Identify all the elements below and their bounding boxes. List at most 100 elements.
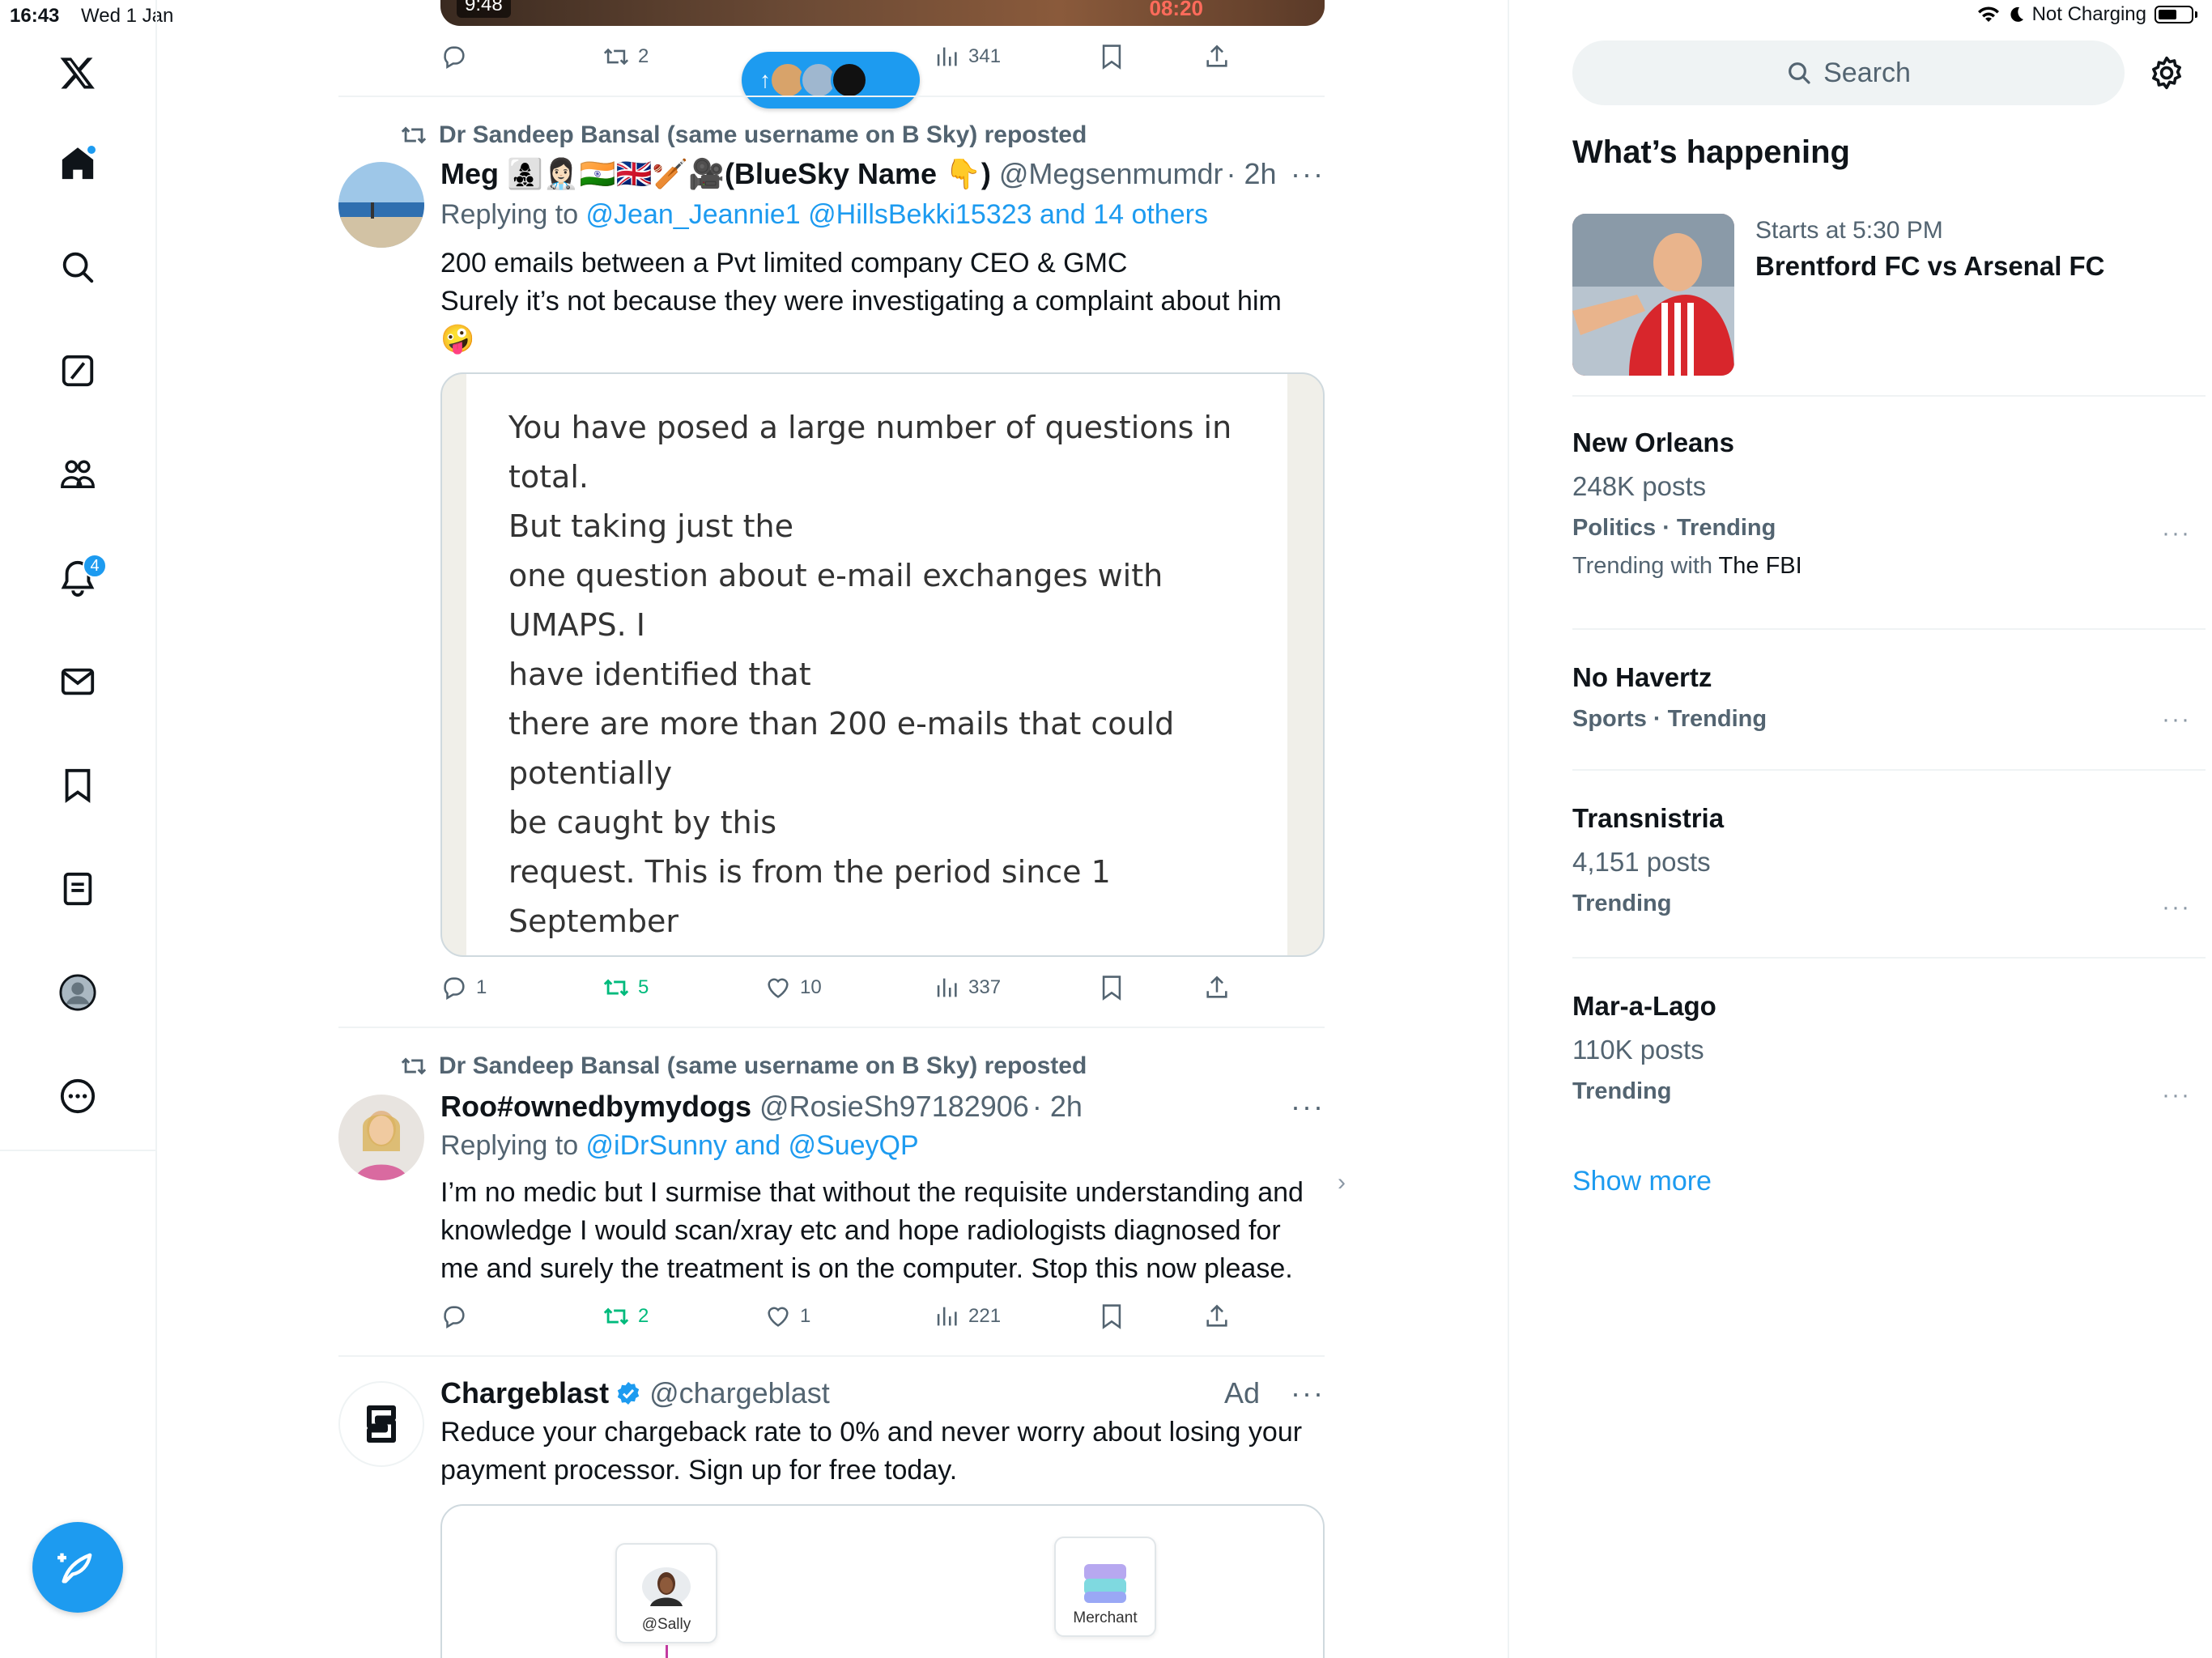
advertiser-avatar[interactable] (338, 1381, 424, 1467)
nav-bookmarks[interactable] (53, 761, 102, 810)
share-icon (1206, 976, 1227, 998)
post-image[interactable]: You have posed a large number of questio… (440, 372, 1325, 957)
more-options-icon[interactable]: ··· (1291, 157, 1325, 191)
nav-messages[interactable] (53, 657, 102, 706)
reply-icon (444, 46, 465, 70)
profile-avatar-icon (59, 974, 96, 1011)
nav-communities[interactable] (53, 450, 102, 499)
trend-item[interactable]: Mar-a-Lago 110K posts Trending ··· (1572, 991, 2206, 1108)
left-nav: 4 (0, 0, 157, 1658)
share-button[interactable] (1203, 43, 1231, 70)
author-handle[interactable]: @Megsenmumdr (999, 157, 1223, 191)
heart-icon (768, 978, 789, 998)
repost-button[interactable]: 2 (602, 1303, 649, 1330)
repost-attribution[interactable]: Dr Sandeep Bansal (same username on B Sk… (400, 1052, 1087, 1080)
nav-lists[interactable] (53, 865, 102, 913)
ad-media-card[interactable]: @Sally Merchant (440, 1504, 1325, 1658)
trend-posts: 110K posts (1572, 1035, 1704, 1065)
post-divider (338, 96, 1325, 97)
nav-profile[interactable] (53, 968, 102, 1017)
search-input[interactable]: Search (1572, 40, 2125, 105)
nav-home[interactable] (53, 139, 102, 188)
event-title: Brentford FC vs Arsenal FC (1755, 251, 2105, 281)
like-count: 10 (800, 976, 822, 998)
more-options-icon[interactable]: ··· (1291, 1090, 1325, 1124)
share-icon (1206, 45, 1227, 67)
views-button[interactable]: 341 (933, 43, 1001, 70)
views-button[interactable]: 337 (933, 974, 1001, 1001)
whats-happening-title: What’s happening (1572, 134, 1850, 170)
event-subtitle: Starts at 5:30 PM (1755, 217, 1943, 244)
share-icon (1206, 1304, 1227, 1327)
avatar[interactable] (338, 1095, 424, 1180)
new-posts-pill[interactable]: ↑ (742, 52, 920, 108)
bookmark-icon (1102, 976, 1121, 1001)
video-overlay-text: 08:20 (1149, 0, 1204, 20)
grok-icon (62, 355, 94, 387)
ad-label: Ad (1223, 1376, 1260, 1409)
verified-badge-icon (615, 1380, 641, 1406)
trend-item[interactable]: New Orleans 248K posts Politics · Trendi… (1572, 427, 2206, 580)
x-logo-icon[interactable] (53, 49, 102, 97)
repost-button[interactable]: 2 (602, 43, 649, 70)
views-button[interactable]: 221 (933, 1303, 1001, 1330)
nav-more[interactable] (53, 1072, 102, 1120)
author-name[interactable]: Chargeblast (440, 1376, 609, 1410)
post-divider (338, 1027, 1325, 1028)
bookmark-button[interactable] (1098, 974, 1125, 1001)
share-button[interactable] (1203, 1303, 1231, 1330)
bookmark-button[interactable] (1098, 1303, 1125, 1330)
reply-count: 1 (476, 976, 487, 998)
bookmark-button[interactable] (1098, 43, 1125, 70)
replying-to-link[interactable]: @Jean_Jeannie1 @HillsBekki15323 and 14 o… (586, 199, 1208, 230)
nav-notifications[interactable]: 4 (53, 554, 107, 602)
like-button[interactable]: 10 (764, 974, 822, 1001)
bookmark-icon (1102, 1304, 1121, 1329)
avatar[interactable] (338, 162, 424, 248)
post-text: Reduce your chargeback rate to 0% and ne… (440, 1417, 1303, 1486)
repost-count: 5 (638, 976, 649, 998)
repost-count: 2 (638, 45, 649, 67)
trend-more-icon[interactable]: ··· (2162, 1082, 2191, 1109)
post-header: Roo#ownedbymydogs @RosieSh97182906 · 2h … (440, 1090, 1325, 1124)
gear-icon[interactable] (2149, 55, 2184, 91)
repost-attribution[interactable]: Dr Sandeep Bansal (same username on B Sk… (400, 121, 1087, 149)
trending-with-topic[interactable]: The FBI (1719, 553, 1802, 579)
share-button[interactable] (1203, 974, 1231, 1001)
trend-name: No Havertz (1572, 662, 1712, 692)
trend-item[interactable]: Transnistria 4,151 posts Trending ··· (1572, 803, 2206, 920)
trend-more-icon[interactable]: ··· (2162, 894, 2191, 921)
tile-label: Merchant (1073, 1609, 1138, 1626)
trend-category: Trending (1572, 1078, 1672, 1104)
author-name[interactable]: Meg 👩‍👧‍👦👩🏻‍⚕️🇮🇳🇬🇧🏏🎥(BlueSky Name 👇) (440, 157, 991, 191)
trend-more-icon[interactable]: ··· (2162, 706, 2191, 733)
trending-with: Trending with The FBI (1572, 553, 2206, 580)
show-more-link[interactable]: Show more (1572, 1166, 1712, 1197)
compose-post-button[interactable] (32, 1522, 123, 1613)
author-name[interactable]: Roo#ownedbymydogs (440, 1090, 751, 1124)
reply-button[interactable] (440, 43, 468, 70)
nav-grok[interactable] (53, 346, 102, 395)
like-button[interactable]: 1 (764, 1303, 810, 1330)
trend-item[interactable]: No Havertz Sports · Trending ··· (1572, 662, 2206, 733)
video-duration: 9:48 (457, 0, 511, 18)
reply-button[interactable] (440, 1303, 468, 1330)
home-timeline[interactable]: 9:48 08:20 2 341 ↑ Dr Sandeep Bansal (sa… (338, 0, 1325, 1658)
author-handle[interactable]: @RosieSh97182906 (759, 1090, 1029, 1124)
author-handle[interactable]: @chargeblast (649, 1376, 830, 1410)
repost-button[interactable]: 5 (602, 974, 649, 1001)
top-video-media[interactable]: 9:48 08:20 (440, 0, 1325, 26)
views-count: 221 (968, 1305, 1002, 1327)
trend-divider (1572, 628, 2206, 630)
post-actions: 2 1 221 (440, 1297, 1325, 1336)
trend-name: Mar-a-Lago (1572, 991, 1716, 1021)
reply-button[interactable]: 1 (440, 974, 487, 1001)
views-icon (937, 47, 957, 66)
reply-icon (444, 1306, 465, 1329)
flow-connector (666, 1645, 668, 1658)
replying-to-prefix: Replying to (440, 1130, 586, 1161)
trend-more-icon[interactable]: ··· (2162, 520, 2191, 547)
nav-search[interactable] (53, 243, 102, 291)
replying-to-link[interactable]: @iDrSunny and @SueyQP (586, 1130, 919, 1161)
more-options-icon[interactable]: ··· (1291, 1376, 1325, 1410)
